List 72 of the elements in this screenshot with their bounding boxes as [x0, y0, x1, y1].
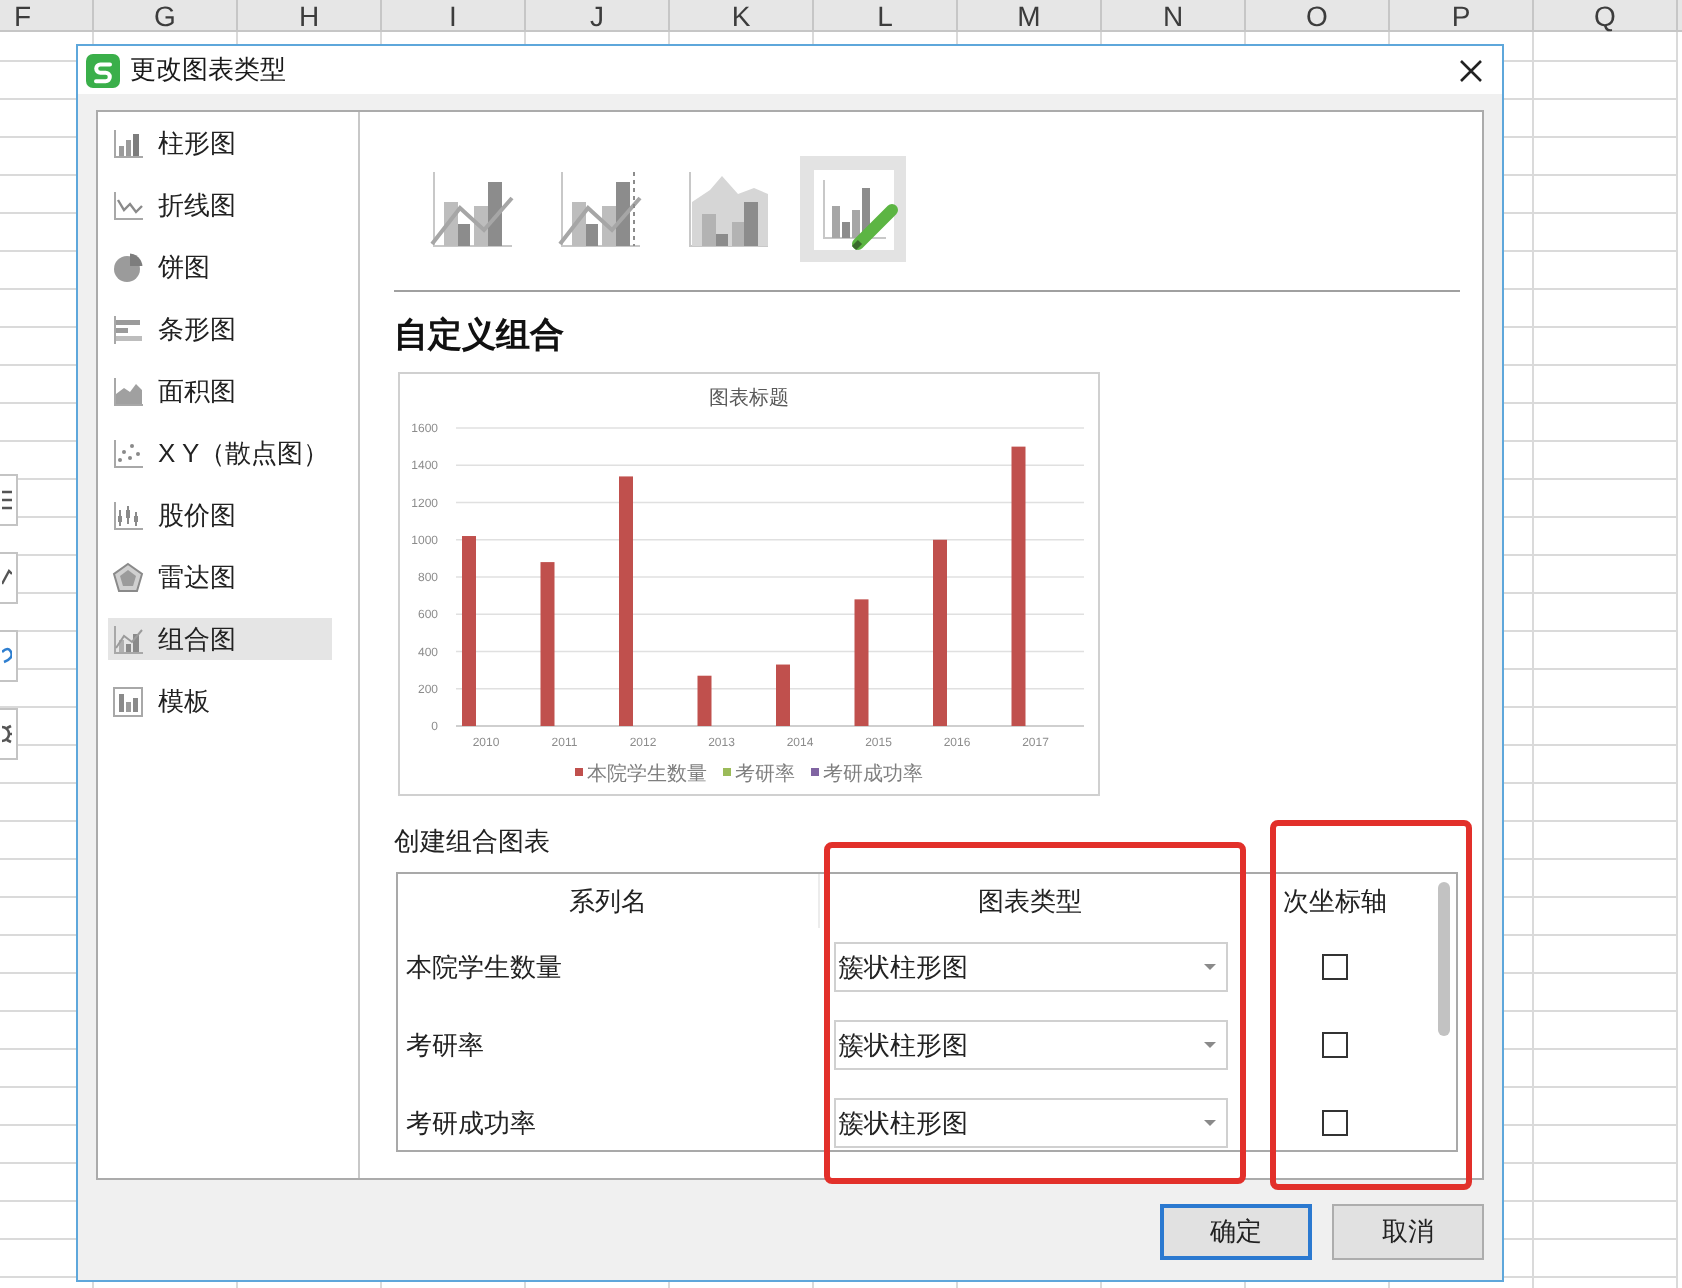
sheet-column-header[interactable]: K	[670, 0, 814, 30]
stock-chart-icon	[112, 499, 144, 531]
legend-label: 考研率	[735, 764, 795, 786]
window-title: 更改图表类型	[130, 54, 286, 86]
list-icon	[2, 488, 12, 512]
section-label: 创建组合图表	[394, 826, 550, 858]
chart-type-item[interactable]: 柱形图	[108, 122, 332, 164]
side-toolbar-button[interactable]	[0, 474, 18, 526]
sheet-column-header[interactable]: G	[94, 0, 238, 30]
series-name: 本院学生数量	[404, 951, 564, 983]
bar-chart-icon	[112, 313, 144, 345]
caret-icon	[1204, 1042, 1216, 1048]
ok-button[interactable]: 确定	[1160, 1204, 1312, 1260]
brush-icon	[2, 644, 12, 668]
series-name: 考研成功率	[404, 1107, 538, 1139]
chart-type-dropdown[interactable]: 簇状柱形图	[834, 1020, 1228, 1070]
chart-title: 图表标题	[709, 388, 789, 410]
chart-type-item[interactable]: 条形图	[108, 308, 332, 350]
sheet-column-header[interactable]: H	[238, 0, 382, 30]
app-icon	[86, 53, 120, 87]
scrollbar-thumb[interactable]	[1437, 882, 1449, 1036]
scatter-chart-icon	[112, 437, 144, 469]
sheet-column-header[interactable]: P	[1390, 0, 1534, 30]
column-header: 图表类型	[976, 883, 1084, 920]
bar	[697, 675, 712, 726]
sheet-column-header[interactable]: O	[1246, 0, 1390, 30]
legend-label: 考研成功率	[823, 764, 923, 786]
chart-type-item[interactable]: 雷达图	[108, 556, 332, 598]
column-header: 系列名	[398, 874, 820, 928]
legend-label: 本院学生数量	[587, 764, 707, 786]
side-toolbar-button[interactable]	[0, 630, 18, 682]
template-icon	[112, 685, 144, 717]
chart-type-dropdown[interactable]: 簇状柱形图	[834, 1098, 1228, 1148]
combo-chart-icon	[112, 623, 144, 655]
bar	[854, 599, 869, 726]
sheet-column-header[interactable]: I	[382, 0, 526, 30]
radar-chart-icon	[112, 561, 144, 593]
chart-type-item[interactable]: 面积图	[108, 370, 332, 412]
sheet-column-header[interactable]: M	[958, 0, 1102, 30]
chart-type-item[interactable]: 折线图	[108, 184, 332, 226]
column-header: 次坐标轴	[1281, 883, 1389, 920]
chart-type-item[interactable]: 组合图	[108, 618, 332, 660]
side-toolbar-button[interactable]	[0, 552, 18, 604]
chart-type-dropdown[interactable]: 簇状柱形图	[834, 942, 1228, 992]
chart-type-item[interactable]: X Y（散点图）	[108, 432, 332, 474]
chart-pencil-icon	[809, 165, 897, 253]
line-chart-icon	[112, 189, 144, 221]
column-chart-icon	[112, 127, 144, 159]
chart-style-button[interactable]	[800, 156, 906, 262]
sheet-column-header[interactable]: L	[814, 0, 958, 30]
pen-icon	[2, 566, 12, 590]
chart-type-item[interactable]: 股价图	[108, 494, 332, 536]
caret-icon	[1204, 964, 1216, 970]
series-name: 考研率	[404, 1029, 486, 1061]
close-icon	[1459, 59, 1481, 81]
secondary-axis-checkbox[interactable]	[1322, 1032, 1348, 1058]
sheet-column-header[interactable]: F	[0, 0, 94, 30]
gear-icon	[2, 722, 12, 746]
chart-type-item[interactable]: 饼图	[108, 246, 332, 288]
sheet-column-header[interactable]: J	[526, 0, 670, 30]
caret-icon	[1204, 1120, 1216, 1126]
area-chart-icon	[112, 375, 144, 407]
secondary-axis-checkbox[interactable]	[1322, 1110, 1348, 1136]
sheet-column-header[interactable]: Q	[1534, 0, 1678, 30]
pie-chart-icon	[112, 251, 144, 283]
secondary-axis-checkbox[interactable]	[1322, 954, 1348, 980]
cancel-button[interactable]: 取消	[1332, 1204, 1484, 1260]
sheet-column-header[interactable]: N	[1102, 0, 1246, 30]
side-toolbar-button[interactable]	[0, 708, 18, 760]
chart-type-item[interactable]: 模板	[108, 680, 332, 722]
bar	[776, 664, 790, 726]
section-title: 自定义组合	[394, 314, 564, 358]
